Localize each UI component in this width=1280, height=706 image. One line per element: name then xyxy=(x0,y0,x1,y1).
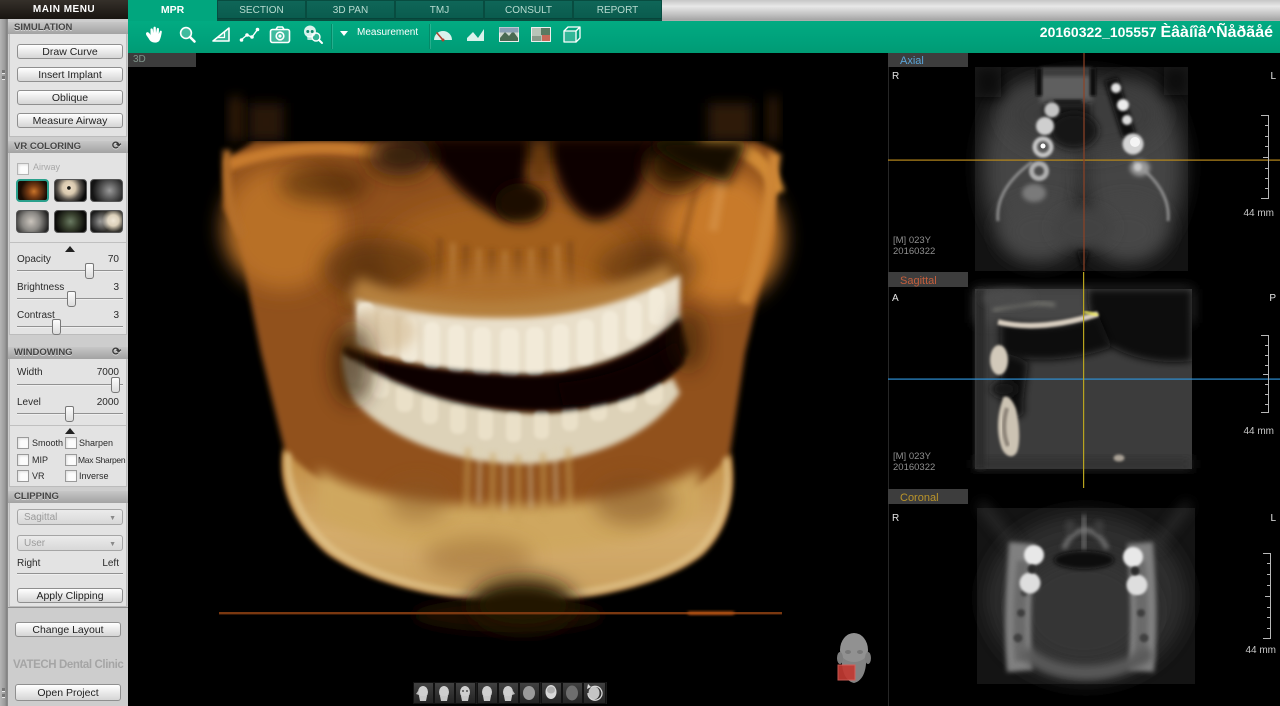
svg-text:44 mm: 44 mm xyxy=(1245,645,1276,656)
svg-text:P: P xyxy=(1269,293,1276,304)
svg-text:20160322: 20160322 xyxy=(893,462,935,473)
svg-text:44 mm: 44 mm xyxy=(1243,426,1274,437)
svg-text:20160322: 20160322 xyxy=(893,246,935,257)
svg-text:Coronal: Coronal xyxy=(900,492,939,504)
svg-text:[M] 023Y: [M] 023Y xyxy=(893,451,932,462)
svg-text:Axial: Axial xyxy=(900,55,924,67)
svg-text:L: L xyxy=(1270,513,1276,524)
svg-text:Sagittal: Sagittal xyxy=(900,275,937,287)
svg-text:R: R xyxy=(892,513,899,524)
svg-text:R: R xyxy=(892,71,899,82)
svg-text:[M] 023Y: [M] 023Y xyxy=(893,235,932,246)
svg-text:44 mm: 44 mm xyxy=(1243,208,1274,219)
svg-text:A: A xyxy=(892,293,899,304)
svg-text:L: L xyxy=(1270,71,1276,82)
